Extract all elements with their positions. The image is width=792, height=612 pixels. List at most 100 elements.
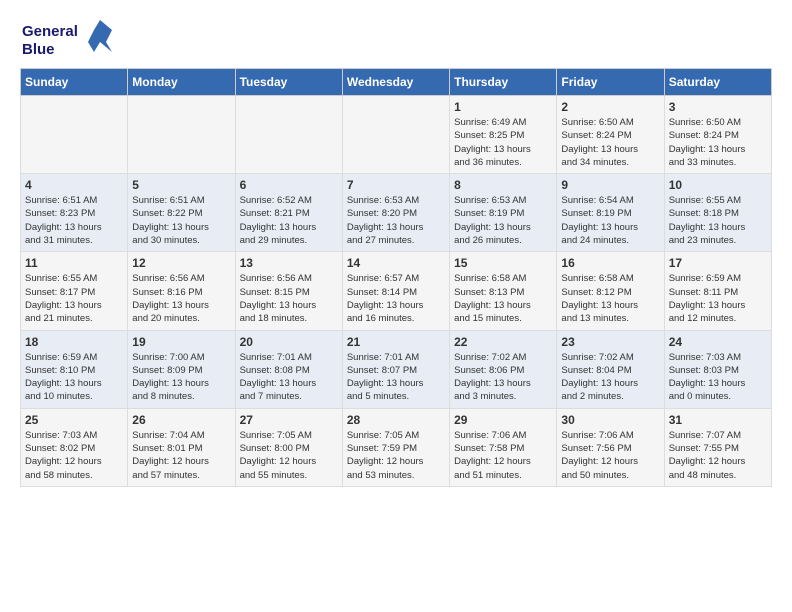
day-content: Sunrise: 6:59 AM Sunset: 8:11 PM Dayligh… [669, 272, 767, 325]
calendar-week-1: 1 Sunrise: 6:49 AM Sunset: 8:25 PM Daylig… [21, 96, 772, 174]
day-content: Sunrise: 6:51 AM Sunset: 8:23 PM Dayligh… [25, 194, 123, 247]
calendar-cell: 8 Sunrise: 6:53 AM Sunset: 8:19 PM Daylig… [450, 174, 557, 252]
day-number: 1 [454, 100, 552, 114]
weekday-header-wednesday: Wednesday [342, 69, 449, 96]
day-number: 30 [561, 413, 659, 427]
day-content: Sunrise: 6:56 AM Sunset: 8:16 PM Dayligh… [132, 272, 230, 325]
day-number: 18 [25, 335, 123, 349]
day-content: Sunrise: 6:57 AM Sunset: 8:14 PM Dayligh… [347, 272, 445, 325]
day-number: 25 [25, 413, 123, 427]
day-number: 21 [347, 335, 445, 349]
day-content: Sunrise: 6:50 AM Sunset: 8:24 PM Dayligh… [561, 116, 659, 169]
day-content: Sunrise: 6:54 AM Sunset: 8:19 PM Dayligh… [561, 194, 659, 247]
day-content: Sunrise: 6:58 AM Sunset: 8:13 PM Dayligh… [454, 272, 552, 325]
day-number: 17 [669, 256, 767, 270]
calendar-cell: 26 Sunrise: 7:04 AM Sunset: 8:01 PM Dayli… [128, 408, 235, 486]
day-content: Sunrise: 6:55 AM Sunset: 8:17 PM Dayligh… [25, 272, 123, 325]
day-number: 13 [240, 256, 338, 270]
calendar-cell: 3 Sunrise: 6:50 AM Sunset: 8:24 PM Daylig… [664, 96, 771, 174]
calendar-cell [21, 96, 128, 174]
day-number: 14 [347, 256, 445, 270]
day-content: Sunrise: 7:07 AM Sunset: 7:55 PM Dayligh… [669, 429, 767, 482]
calendar-cell [235, 96, 342, 174]
day-number: 23 [561, 335, 659, 349]
calendar-cell: 1 Sunrise: 6:49 AM Sunset: 8:25 PM Daylig… [450, 96, 557, 174]
svg-text:Blue: Blue [22, 41, 55, 58]
calendar-cell: 27 Sunrise: 7:05 AM Sunset: 8:00 PM Dayli… [235, 408, 342, 486]
day-content: Sunrise: 7:02 AM Sunset: 8:06 PM Dayligh… [454, 351, 552, 404]
day-content: Sunrise: 7:04 AM Sunset: 8:01 PM Dayligh… [132, 429, 230, 482]
calendar-cell: 12 Sunrise: 6:56 AM Sunset: 8:16 PM Dayli… [128, 252, 235, 330]
day-number: 29 [454, 413, 552, 427]
day-content: Sunrise: 7:05 AM Sunset: 7:59 PM Dayligh… [347, 429, 445, 482]
day-number: 6 [240, 178, 338, 192]
calendar-cell: 4Sunrise: 6:51 AM Sunset: 8:23 PM Daylig… [21, 174, 128, 252]
day-number: 9 [561, 178, 659, 192]
day-content: Sunrise: 6:59 AM Sunset: 8:10 PM Dayligh… [25, 351, 123, 404]
calendar-cell: 2Sunrise: 6:50 AM Sunset: 8:24 PM Daylig… [557, 96, 664, 174]
calendar-cell: 29 Sunrise: 7:06 AM Sunset: 7:58 PM Dayli… [450, 408, 557, 486]
calendar-week-2: 4Sunrise: 6:51 AM Sunset: 8:23 PM Daylig… [21, 174, 772, 252]
calendar-week-5: 25 Sunrise: 7:03 AM Sunset: 8:02 PM Dayli… [21, 408, 772, 486]
day-content: Sunrise: 7:06 AM Sunset: 7:56 PM Dayligh… [561, 429, 659, 482]
day-content: Sunrise: 6:51 AM Sunset: 8:22 PM Dayligh… [132, 194, 230, 247]
weekday-header-monday: Monday [128, 69, 235, 96]
day-number: 5 [132, 178, 230, 192]
day-number: 8 [454, 178, 552, 192]
day-content: Sunrise: 6:58 AM Sunset: 8:12 PM Dayligh… [561, 272, 659, 325]
calendar-cell: 21 Sunrise: 7:01 AM Sunset: 8:07 PM Dayli… [342, 330, 449, 408]
calendar-cell: 20 Sunrise: 7:01 AM Sunset: 8:08 PM Dayli… [235, 330, 342, 408]
weekday-header-row: SundayMondayTuesdayWednesdayThursdayFrid… [21, 69, 772, 96]
calendar-cell [128, 96, 235, 174]
weekday-header-friday: Friday [557, 69, 664, 96]
day-number: 24 [669, 335, 767, 349]
calendar-body: 1 Sunrise: 6:49 AM Sunset: 8:25 PM Daylig… [21, 96, 772, 487]
calendar-table: SundayMondayTuesdayWednesdayThursdayFrid… [20, 68, 772, 487]
day-number: 12 [132, 256, 230, 270]
calendar-cell: 24Sunrise: 7:03 AM Sunset: 8:03 PM Dayli… [664, 330, 771, 408]
calendar-week-4: 18 Sunrise: 6:59 AM Sunset: 8:10 PM Dayli… [21, 330, 772, 408]
logo: General Blue [20, 16, 128, 60]
day-content: Sunrise: 7:01 AM Sunset: 8:07 PM Dayligh… [347, 351, 445, 404]
calendar-cell: 15 Sunrise: 6:58 AM Sunset: 8:13 PM Dayli… [450, 252, 557, 330]
calendar-cell: 22 Sunrise: 7:02 AM Sunset: 8:06 PM Dayli… [450, 330, 557, 408]
svg-text:General: General [22, 23, 78, 40]
day-number: 26 [132, 413, 230, 427]
day-content: Sunrise: 6:56 AM Sunset: 8:15 PM Dayligh… [240, 272, 338, 325]
calendar-cell: 18 Sunrise: 6:59 AM Sunset: 8:10 PM Dayli… [21, 330, 128, 408]
day-content: Sunrise: 7:01 AM Sunset: 8:08 PM Dayligh… [240, 351, 338, 404]
calendar-cell: 25 Sunrise: 7:03 AM Sunset: 8:02 PM Dayli… [21, 408, 128, 486]
day-number: 3 [669, 100, 767, 114]
day-number: 20 [240, 335, 338, 349]
weekday-header-thursday: Thursday [450, 69, 557, 96]
weekday-header-sunday: Sunday [21, 69, 128, 96]
calendar-cell: 6Sunrise: 6:52 AM Sunset: 8:21 PM Daylig… [235, 174, 342, 252]
day-number: 10 [669, 178, 767, 192]
calendar-cell [342, 96, 449, 174]
day-number: 16 [561, 256, 659, 270]
day-number: 15 [454, 256, 552, 270]
day-content: Sunrise: 7:06 AM Sunset: 7:58 PM Dayligh… [454, 429, 552, 482]
day-content: Sunrise: 7:03 AM Sunset: 8:02 PM Dayligh… [25, 429, 123, 482]
logo-svg: General Blue [20, 16, 120, 60]
day-content: Sunrise: 7:00 AM Sunset: 8:09 PM Dayligh… [132, 351, 230, 404]
day-content: Sunrise: 7:05 AM Sunset: 8:00 PM Dayligh… [240, 429, 338, 482]
day-content: Sunrise: 7:02 AM Sunset: 8:04 PM Dayligh… [561, 351, 659, 404]
weekday-header-saturday: Saturday [664, 69, 771, 96]
day-number: 22 [454, 335, 552, 349]
day-content: Sunrise: 6:53 AM Sunset: 8:19 PM Dayligh… [454, 194, 552, 247]
calendar-cell: 14 Sunrise: 6:57 AM Sunset: 8:14 PM Dayli… [342, 252, 449, 330]
day-number: 31 [669, 413, 767, 427]
day-content: Sunrise: 6:53 AM Sunset: 8:20 PM Dayligh… [347, 194, 445, 247]
calendar-cell: 31 Sunrise: 7:07 AM Sunset: 7:55 PM Dayli… [664, 408, 771, 486]
calendar-cell: 10Sunrise: 6:55 AM Sunset: 8:18 PM Dayli… [664, 174, 771, 252]
day-content: Sunrise: 6:49 AM Sunset: 8:25 PM Dayligh… [454, 116, 552, 169]
calendar-cell: 7Sunrise: 6:53 AM Sunset: 8:20 PM Daylig… [342, 174, 449, 252]
day-content: Sunrise: 6:50 AM Sunset: 8:24 PM Dayligh… [669, 116, 767, 169]
calendar-cell: 11Sunrise: 6:55 AM Sunset: 8:17 PM Dayli… [21, 252, 128, 330]
calendar-cell: 23 Sunrise: 7:02 AM Sunset: 8:04 PM Dayli… [557, 330, 664, 408]
day-number: 27 [240, 413, 338, 427]
calendar-cell: 17 Sunrise: 6:59 AM Sunset: 8:11 PM Dayli… [664, 252, 771, 330]
calendar-cell: 13 Sunrise: 6:56 AM Sunset: 8:15 PM Dayli… [235, 252, 342, 330]
page-header: General Blue [20, 16, 772, 60]
